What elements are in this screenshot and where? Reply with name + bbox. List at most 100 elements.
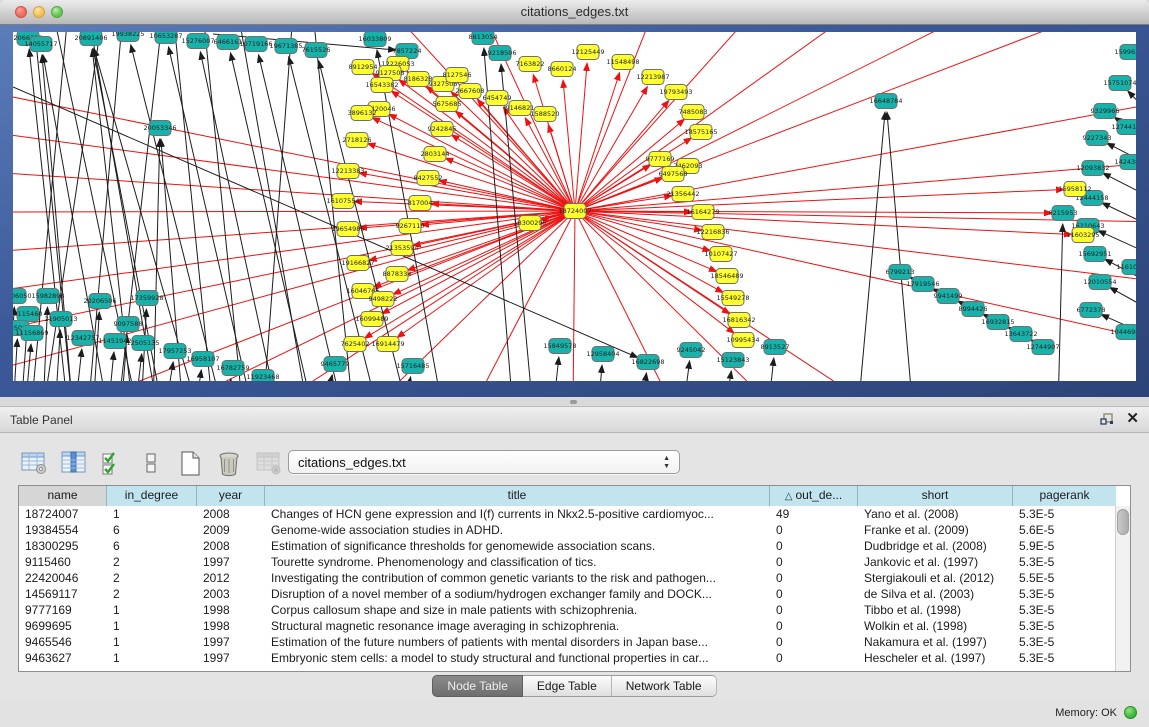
graph-node[interactable]: 6772378 <box>1077 303 1106 318</box>
graph-node[interactable]: 10995434 <box>726 333 759 348</box>
network-canvas[interactable]: 2066312140557172089140619938225106532871… <box>13 32 1136 381</box>
table-row[interactable]: 1872400712008Changes of HCN gene express… <box>19 506 1130 522</box>
graph-node[interactable]: 9097588 <box>114 317 143 332</box>
graph-node[interactable]: 8660124 <box>548 62 577 77</box>
graph-node[interactable]: 9115460 <box>14 307 43 322</box>
graph-node[interactable]: 11548498 <box>606 55 639 70</box>
column-header-pagerank[interactable]: pagerank <box>1013 486 1116 506</box>
table-row[interactable]: 1938455462009Genome-wide association stu… <box>19 522 1130 538</box>
graph-node[interactable]: 16914479 <box>371 337 404 352</box>
graph-node[interactable]: 11923468 <box>246 370 279 382</box>
graph-node[interactable]: 15996238 <box>1114 45 1136 60</box>
network-window-titlebar[interactable]: citations_edges.txt <box>0 0 1149 25</box>
table-row[interactable]: 969969511998Structural magnetic resonanc… <box>19 618 1130 634</box>
graph-node[interactable]: 19218506 <box>483 46 516 61</box>
column-header-short[interactable]: short <box>858 486 1013 506</box>
graph-node[interactable]: 20891406 <box>74 32 107 46</box>
graph-node[interactable]: 12010554 <box>1083 275 1116 290</box>
graph-node[interactable]: 9227343 <box>1083 131 1112 146</box>
graph-node[interactable]: 12744111 <box>1111 120 1136 135</box>
graph-node[interactable]: 8878334 <box>383 267 412 282</box>
graph-node[interactable]: 6799213 <box>886 265 915 280</box>
table-row[interactable]: 911546021997Tourette syndrome. Phenomeno… <box>19 554 1130 570</box>
table-selector-dropdown[interactable]: citations_edges.txt ▲▼ <box>288 450 680 474</box>
graph-node[interactable]: 12213383 <box>331 164 364 179</box>
column-header-out_degree[interactable]: △out_de... <box>770 486 858 506</box>
graph-node[interactable]: 8994426 <box>959 302 988 317</box>
memory-status-indicator[interactable] <box>1124 706 1137 719</box>
graph-node[interactable]: 15276007 <box>181 34 214 49</box>
graph-node[interactable]: 817004 <box>408 196 433 211</box>
column-header-year[interactable]: year <box>197 486 265 506</box>
graph-node[interactable]: 2667608 <box>456 84 485 99</box>
graph-node[interactable]: 2803144 <box>421 147 450 162</box>
graph-node[interactable]: 21905013 <box>44 312 77 327</box>
float-panel-icon[interactable] <box>1100 413 1114 426</box>
graph-node[interactable]: 20053346 <box>143 121 176 136</box>
graph-node[interactable]: 9245042 <box>677 343 706 358</box>
graph-node[interactable]: 16782759 <box>216 361 249 376</box>
graph-node[interactable]: 10107427 <box>704 247 737 262</box>
graph-node[interactable]: 16932815 <box>981 315 1014 330</box>
graph-node[interactable]: 7163822 <box>516 57 545 72</box>
graph-node[interactable]: 19938225 <box>111 32 144 42</box>
graph-node[interactable]: 15123843 <box>716 353 749 368</box>
graph-node[interactable]: 9242845 <box>428 122 457 137</box>
graph-node[interactable]: 25206050 <box>13 289 32 304</box>
tab-node-table[interactable]: Node Table <box>432 675 523 697</box>
graph-node[interactable]: 6466161 <box>214 35 243 50</box>
table-row[interactable]: 946362711997Embryonic stem cells: a mode… <box>19 650 1130 666</box>
graph-node[interactable]: 2718126 <box>343 133 372 148</box>
graph-node[interactable]: 12958404 <box>586 347 619 362</box>
column-header-name[interactable]: name <box>19 486 107 506</box>
graph-node[interactable]: 7485083 <box>679 105 708 120</box>
show-columns-button[interactable] <box>59 449 87 477</box>
graph-node[interactable]: 10446983 <box>1110 325 1136 340</box>
graph-node[interactable]: 11610348 <box>1116 260 1136 275</box>
table-row[interactable]: 977716911998Corpus callosum shape and si… <box>19 602 1130 618</box>
vertical-scrollbar[interactable] <box>1115 506 1130 671</box>
graph-node[interactable]: 9465779 <box>321 357 350 372</box>
graph-node[interactable]: 19654985 <box>331 222 364 237</box>
graph-node[interactable]: 18575165 <box>684 125 717 140</box>
graph-node[interactable]: 8913527 <box>761 340 790 355</box>
table-mode-button[interactable] <box>20 449 48 477</box>
row-mode-button[interactable] <box>137 449 165 477</box>
graph-node[interactable]: 8127546 <box>443 68 472 83</box>
graph-node[interactable]: 15751074 <box>1103 76 1136 91</box>
graph-node[interactable]: 8912954 <box>349 60 378 75</box>
graph-node[interactable]: 15716485 <box>396 359 429 374</box>
table-row[interactable]: 946554611997Estimation of the future num… <box>19 634 1130 650</box>
graph-node[interactable]: 9267110 <box>396 219 425 234</box>
table-row[interactable]: 1830029562008Estimation of significance … <box>19 538 1130 554</box>
create-column-button[interactable] <box>176 449 204 477</box>
tab-edge-table[interactable]: Edge Table <box>523 675 612 697</box>
tab-network-table[interactable]: Network Table <box>612 675 717 697</box>
graph-node[interactable]: 19671385 <box>269 39 302 54</box>
select-columns-button[interactable] <box>98 449 126 477</box>
graph-node[interactable]: 9498222 <box>369 292 398 307</box>
graph-node[interactable]: 7625402 <box>341 337 370 352</box>
graph-node[interactable]: 14243820 <box>1114 155 1136 170</box>
graph-node[interactable]: 15849578 <box>543 339 576 354</box>
graph-node[interactable]: 17359928 <box>130 291 163 306</box>
graph-node[interactable]: 9329966 <box>1091 104 1120 119</box>
graph-node[interactable]: 12744907 <box>1026 340 1059 355</box>
graph-node[interactable]: 16816342 <box>722 313 755 328</box>
graph-node[interactable]: 16099489 <box>355 312 388 327</box>
column-header-title[interactable]: title <box>265 486 770 506</box>
graph-node[interactable]: 1588520 <box>531 107 560 122</box>
close-panel-icon[interactable]: ✕ <box>1126 411 1139 427</box>
graph-node[interactable]: 12213987 <box>636 70 669 85</box>
graph-node[interactable]: 7615526 <box>302 43 331 58</box>
graph-node[interactable]: 9941499 <box>934 289 963 304</box>
table-row[interactable]: 2242004622012Investigating the contribut… <box>19 570 1130 586</box>
graph-node[interactable]: 8813054 <box>469 32 498 45</box>
graph-node[interactable]: 8215953 <box>1049 206 1078 221</box>
graph-node[interactable]: 8427552 <box>414 171 443 186</box>
panel-splitter-handle[interactable] <box>570 400 577 404</box>
scrollbar-thumb[interactable] <box>1117 509 1129 535</box>
delete-column-button[interactable] <box>215 449 243 477</box>
graph-node[interactable]: 13643722 <box>1004 327 1037 342</box>
graph-node[interactable]: 19793493 <box>659 85 692 100</box>
